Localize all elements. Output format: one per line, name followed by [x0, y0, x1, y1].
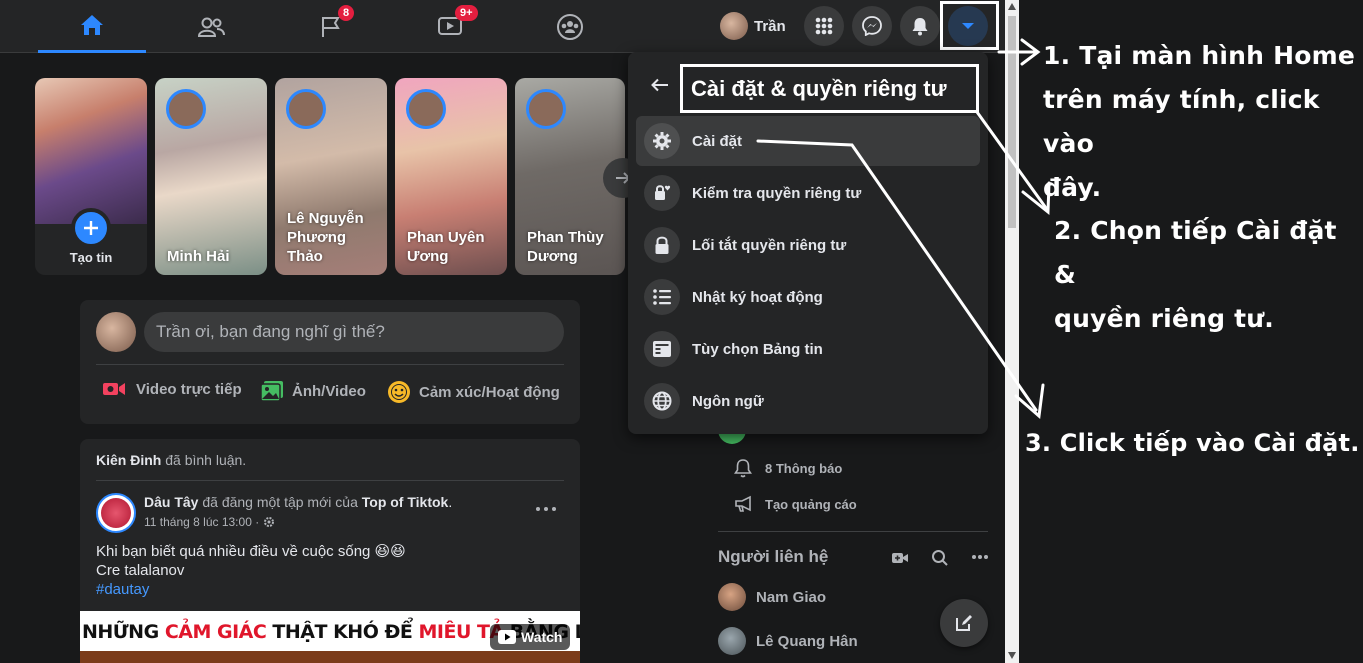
annotation-line: 1. Tại màn hình Home: [1043, 41, 1355, 70]
annotation-line: quyền riêng tư.: [1054, 304, 1274, 333]
annotation-line: trên máy tính, click vào: [1043, 85, 1320, 158]
annotation-step-1: 1. Tại màn hình Home trên máy tính, clic…: [1043, 34, 1363, 210]
annotation-step-3: 3. Click tiếp vào Cài đặt.: [1025, 429, 1360, 457]
annotation-line: đây.: [1043, 173, 1102, 202]
annotation-line: 2. Chọn tiếp Cài đặt &: [1054, 216, 1337, 289]
arrow-step3: [756, 139, 1038, 412]
annotation-step-2: 2. Chọn tiếp Cài đặt & quyền riêng tư.: [1054, 209, 1363, 341]
arrow-step2: [975, 110, 1048, 210]
